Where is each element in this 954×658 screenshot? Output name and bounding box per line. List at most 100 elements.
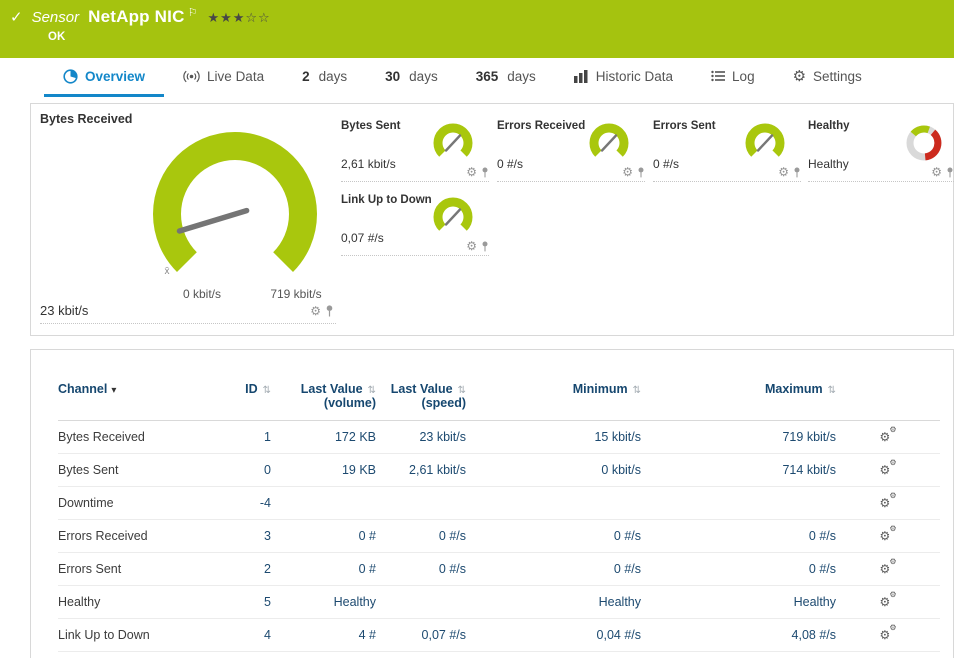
channel-speed: 0 #/s bbox=[376, 553, 466, 586]
channel-name[interactable]: Healthy bbox=[58, 586, 216, 619]
tab-live-data-label: Live Data bbox=[207, 69, 264, 84]
channel-table: Channel▾ ID⇅ Last Value⇅ (volume) Last V… bbox=[58, 380, 940, 652]
pin-icon[interactable] bbox=[946, 167, 954, 178]
channel-id: 1 bbox=[216, 421, 271, 454]
gauge-settings-icon[interactable]: ⚙ bbox=[778, 166, 789, 178]
table-header-row: Channel▾ ID⇅ Last Value⇅ (volume) Last V… bbox=[58, 380, 940, 421]
channel-name[interactable]: Errors Sent bbox=[58, 553, 216, 586]
table-row[interactable]: Bytes Received 1 172 KB 23 kbit/s 15 kbi… bbox=[58, 421, 940, 454]
channel-min: 0 kbit/s bbox=[466, 454, 641, 487]
errors-received-gauge bbox=[583, 121, 635, 167]
gauge-settings-icon[interactable]: ⚙ bbox=[622, 166, 633, 178]
table-row[interactable]: Errors Sent 2 0 # 0 #/s 0 #/s 0 #/s ⚙⚙ bbox=[58, 553, 940, 586]
channel-speed bbox=[376, 487, 466, 520]
main-gauge-value: 23 kbit/s bbox=[40, 303, 88, 318]
link-up-to-down-gauge bbox=[427, 195, 479, 241]
channel-min: 0,04 #/s bbox=[466, 619, 641, 652]
tab-log[interactable]: Log bbox=[692, 58, 774, 97]
channel-name[interactable]: Bytes Received bbox=[58, 421, 216, 454]
channel-name[interactable]: Bytes Sent bbox=[58, 454, 216, 487]
tab-365-days[interactable]: 365 days bbox=[457, 58, 555, 97]
pin-icon[interactable] bbox=[793, 167, 801, 178]
gauges-panel: Bytes Received x̄ 0 kbit/s 719 kbit/s 23… bbox=[30, 103, 954, 336]
channel-id: 5 bbox=[216, 586, 271, 619]
header-channel[interactable]: Channel▾ bbox=[58, 380, 216, 421]
priority-stars[interactable]: ★★★☆☆ bbox=[207, 10, 270, 26]
channel-name[interactable]: Errors Received bbox=[58, 520, 216, 553]
tab-2-days[interactable]: 2 days bbox=[283, 58, 366, 97]
channel-volume: 172 KB bbox=[271, 421, 376, 454]
channel-max: 4,08 #/s bbox=[641, 619, 836, 652]
tab-2-days-number: 2 bbox=[302, 69, 310, 84]
pin-icon[interactable] bbox=[637, 167, 645, 178]
channel-settings-icon[interactable]: ⚙⚙ bbox=[880, 560, 897, 575]
gauge-settings-icon[interactable]: ⚙ bbox=[931, 166, 942, 178]
table-row[interactable]: Link Up to Down 4 4 # 0,07 #/s 0,04 #/s … bbox=[58, 619, 940, 652]
sort-icon: ⇅ bbox=[828, 385, 836, 396]
channel-max: 0 #/s bbox=[641, 520, 836, 553]
mean-marker: x̄ bbox=[165, 266, 170, 277]
pin-icon[interactable] bbox=[481, 241, 489, 252]
tab-overview[interactable]: Overview bbox=[44, 58, 164, 97]
pin-icon[interactable] bbox=[325, 305, 334, 317]
tab-historic-data-label: Historic Data bbox=[596, 69, 673, 84]
sort-icon: ⇅ bbox=[633, 385, 641, 396]
table-row[interactable]: Healthy 5 Healthy Healthy Healthy ⚙⚙ bbox=[58, 586, 940, 619]
tab-365-days-label: days bbox=[507, 69, 536, 84]
channel-id: 4 bbox=[216, 619, 271, 652]
tab-live-data[interactable]: Live Data bbox=[164, 58, 283, 97]
channel-min bbox=[466, 487, 641, 520]
header-last-value-speed[interactable]: Last Value⇅ (speed) bbox=[376, 380, 466, 421]
header-minimum[interactable]: Minimum⇅ bbox=[466, 380, 641, 421]
channel-min: Healthy bbox=[466, 586, 641, 619]
gauge-errors-received: Errors Received 0 #/s ⚙ bbox=[497, 120, 645, 182]
header-maximum[interactable]: Maximum⇅ bbox=[641, 380, 836, 421]
sensor-status-badge: OK bbox=[48, 31, 944, 43]
channel-settings-icon[interactable]: ⚙⚙ bbox=[880, 461, 897, 476]
tab-30-days[interactable]: 30 days bbox=[366, 58, 457, 97]
flag-icon[interactable]: ⚐ bbox=[188, 6, 198, 19]
channel-max bbox=[641, 487, 836, 520]
sort-icon: ⇅ bbox=[368, 385, 376, 396]
live-data-icon bbox=[183, 70, 200, 83]
channel-name[interactable]: Link Up to Down bbox=[58, 619, 216, 652]
tab-historic-data[interactable]: Historic Data bbox=[555, 58, 692, 97]
header-last-value-volume[interactable]: Last Value⇅ (volume) bbox=[271, 380, 376, 421]
table-row[interactable]: Bytes Sent 0 19 KB 2,61 kbit/s 0 kbit/s … bbox=[58, 454, 940, 487]
table-row[interactable]: Errors Received 3 0 # 0 #/s 0 #/s 0 #/s … bbox=[58, 520, 940, 553]
channel-volume bbox=[271, 487, 376, 520]
channel-settings-icon[interactable]: ⚙⚙ bbox=[880, 494, 897, 509]
channel-settings-icon[interactable]: ⚙⚙ bbox=[880, 527, 897, 542]
channel-max: 719 kbit/s bbox=[641, 421, 836, 454]
gauge-errors-sent: Errors Sent 0 #/s ⚙ bbox=[653, 120, 801, 182]
errors-sent-gauge bbox=[739, 121, 791, 167]
gauge-settings-icon[interactable]: ⚙ bbox=[466, 240, 477, 252]
gauge-link-up-to-down: Link Up to Down 0,07 #/s ⚙ bbox=[341, 194, 489, 256]
channel-min: 0 #/s bbox=[466, 520, 641, 553]
pie-chart-icon bbox=[63, 69, 78, 84]
channel-speed: 23 kbit/s bbox=[376, 421, 466, 454]
channel-settings-icon[interactable]: ⚙⚙ bbox=[880, 626, 897, 641]
tab-2-days-label: days bbox=[319, 69, 348, 84]
gauge-bytes-sent: Bytes Sent 2,61 kbit/s ⚙ bbox=[341, 120, 489, 182]
main-gauge-block: Bytes Received x̄ 0 kbit/s 719 kbit/s 23… bbox=[40, 112, 336, 324]
channel-id: 0 bbox=[216, 454, 271, 487]
gauge-scale-max-label: 719 kbit/s bbox=[270, 287, 321, 301]
channel-speed: 2,61 kbit/s bbox=[376, 454, 466, 487]
pin-icon[interactable] bbox=[481, 167, 489, 178]
channel-id: -4 bbox=[216, 487, 271, 520]
header-id[interactable]: ID⇅ bbox=[216, 380, 271, 421]
tab-overview-label: Overview bbox=[85, 69, 145, 84]
tab-bar: Overview Live Data 2 days 30 days 365 da… bbox=[0, 58, 954, 97]
channel-min: 15 kbit/s bbox=[466, 421, 641, 454]
gauge-settings-icon[interactable]: ⚙ bbox=[310, 305, 321, 317]
channel-min: 0 #/s bbox=[466, 553, 641, 586]
channel-settings-icon[interactable]: ⚙⚙ bbox=[880, 593, 897, 608]
gauge-settings-icon[interactable]: ⚙ bbox=[466, 166, 477, 178]
channel-settings-icon[interactable]: ⚙⚙ bbox=[880, 428, 897, 443]
channel-name[interactable]: Downtime bbox=[58, 487, 216, 520]
gauge-link-up-to-down-value: 0,07 #/s bbox=[341, 231, 384, 245]
table-row[interactable]: Downtime -4 ⚙⚙ bbox=[58, 487, 940, 520]
channel-max: Healthy bbox=[641, 586, 836, 619]
tab-settings[interactable]: ⚙ Settings bbox=[774, 58, 881, 97]
